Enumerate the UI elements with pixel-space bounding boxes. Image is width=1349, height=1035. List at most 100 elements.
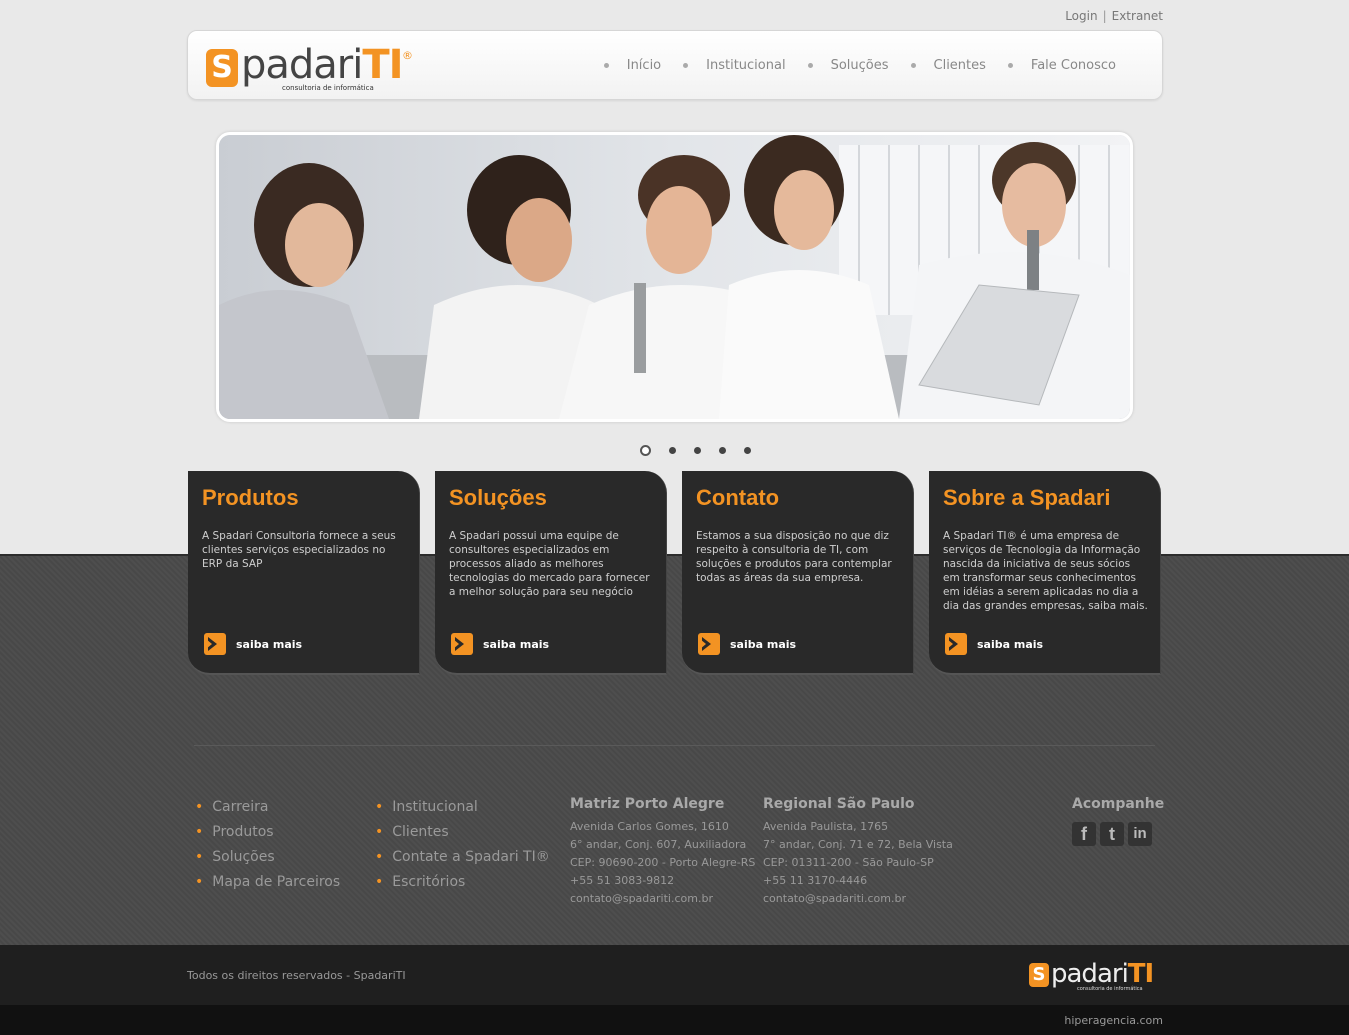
nav-label: Institucional: [706, 58, 786, 73]
nav-bullet-icon: [1007, 63, 1013, 68]
card-title: Soluções: [449, 485, 547, 510]
footer-link-contate[interactable]: Contate a Spadari TI®: [375, 845, 549, 870]
footer-link-clientes[interactable]: Clientes: [375, 820, 550, 845]
social-icons: f t in: [1072, 822, 1164, 846]
logo-ti: TI: [362, 42, 403, 88]
arrow-right-icon: [698, 633, 720, 655]
agency-credit[interactable]: hiperagencia.com: [1064, 1014, 1163, 1027]
footer-link-produtos[interactable]: Produtos: [195, 820, 340, 845]
twitter-icon[interactable]: t: [1100, 822, 1124, 846]
logo-s-mark: S: [206, 49, 238, 87]
saiba-mais-label: saiba mais: [236, 637, 303, 651]
card-contato: Contato Estamos a sua disposição no que …: [682, 471, 914, 675]
nav-label: Clientes: [933, 58, 986, 73]
slider-dot-1[interactable]: [640, 445, 651, 456]
logo-wordmark: padariTI: [241, 42, 404, 88]
saiba-mais-label: saiba mais: [977, 637, 1044, 651]
card-produtos: Produtos A Spadari Consultoria fornece a…: [188, 471, 420, 675]
footer-divider: [194, 745, 1155, 746]
card-solucoes: Soluções A Spadari possui uma equipe de …: [435, 471, 667, 675]
credit-bar: hiperagencia.com: [0, 1005, 1349, 1035]
footer-logo-s-mark: S: [1029, 963, 1049, 987]
office-line: Avenida Paulista, 1765: [763, 820, 889, 833]
card-sobre: Sobre a Spadari A Spadari TI® é uma empr…: [929, 471, 1161, 675]
office-line: CEP: 90690-200 - Porto Alegre-RS: [570, 856, 756, 869]
nav-item-fale-conosco[interactable]: Fale Conosco: [1007, 58, 1116, 73]
hero-slider[interactable]: [216, 132, 1133, 422]
saiba-mais-button[interactable]: saiba mais: [945, 633, 1043, 655]
arrow-right-icon: [451, 633, 473, 655]
utility-links: Login | Extranet: [1065, 9, 1163, 23]
nav-item-inicio[interactable]: Início: [603, 58, 662, 73]
utility-separator: |: [1102, 9, 1107, 23]
footer-link-mapa[interactable]: Mapa de Parceiros: [195, 870, 340, 895]
social-follow: Acompanhe f t in: [1072, 796, 1164, 846]
extranet-link[interactable]: Extranet: [1112, 9, 1163, 23]
saiba-mais-label: saiba mais: [730, 637, 797, 651]
nav-label: Início: [626, 58, 662, 73]
footer-logo-word: padari: [1051, 959, 1129, 989]
office-line: Avenida Carlos Gomes, 1610: [570, 820, 729, 833]
office-phone: +55 11 3170-4446: [763, 874, 868, 887]
office-phone: +55 51 3083-9812: [570, 874, 675, 887]
saiba-mais-button[interactable]: saiba mais: [451, 633, 549, 655]
card-text: A Spadari possui uma equipe de consultor…: [449, 530, 650, 598]
nav-bullet-icon: [603, 63, 609, 68]
footer-logo-tagline: consultoria de informática: [1077, 986, 1143, 992]
footer-link-institucional[interactable]: Institucional: [375, 795, 550, 820]
card-title: Contato: [696, 485, 780, 510]
office-email[interactable]: contato@spadariti.com.br: [570, 890, 755, 908]
footer-links-2: Institucional Clientes Contate a Spadari…: [375, 795, 550, 895]
slider-dot-2[interactable]: [669, 447, 676, 454]
logo-tagline: consultoria de informática: [282, 84, 374, 92]
office-title: Matriz Porto Alegre: [570, 796, 725, 812]
footer-link-solucoes[interactable]: Soluções: [195, 845, 340, 870]
footer-logo[interactable]: S padariTI consultoria de informática: [1029, 959, 1169, 993]
saiba-mais-button[interactable]: saiba mais: [204, 633, 302, 655]
nav-item-solucoes[interactable]: Soluções: [807, 58, 889, 73]
office-line: 6° andar, Conj. 607, Auxiliadora: [570, 838, 747, 851]
footer-link-carreira[interactable]: Carreira: [195, 795, 340, 820]
office-porto-alegre: Matriz Porto Alegre Avenida Carlos Gomes…: [570, 796, 755, 908]
arrow-right-icon: [204, 633, 226, 655]
saiba-mais-label: saiba mais: [483, 637, 550, 651]
header-bar: S padariTI ® consultoria de informática …: [187, 30, 1163, 100]
logo-word: padari: [241, 42, 363, 88]
linkedin-icon[interactable]: in: [1128, 822, 1152, 846]
nav-bullet-icon: [807, 63, 813, 68]
hero-image: [219, 135, 1130, 419]
slider-pagination: [640, 445, 769, 456]
logo[interactable]: S padariTI ® consultoria de informática: [206, 43, 436, 93]
card-text: A Spadari Consultoria fornece a seus cli…: [202, 530, 396, 570]
nav-item-institucional[interactable]: Institucional: [683, 58, 786, 73]
follow-title: Acompanhe: [1072, 796, 1165, 812]
nav-label: Fale Conosco: [1030, 58, 1116, 73]
footer-bar: Todos os direitos reservados - SpadariTI…: [0, 945, 1349, 1005]
office-line: 7° andar, Conj. 71 e 72, Bela Vista: [763, 838, 953, 851]
arrow-right-icon: [945, 633, 967, 655]
saiba-mais-button[interactable]: saiba mais: [698, 633, 796, 655]
nav-bullet-icon: [683, 63, 689, 68]
logo-registered: ®: [402, 49, 413, 62]
facebook-icon[interactable]: f: [1072, 822, 1096, 846]
login-link[interactable]: Login: [1065, 9, 1097, 23]
card-title: Sobre a Spadari: [943, 485, 1111, 510]
slider-dot-4[interactable]: [719, 447, 726, 454]
nav-item-clientes[interactable]: Clientes: [910, 58, 986, 73]
footer-links-1: Carreira Produtos Soluções Mapa de Parce…: [195, 795, 340, 895]
card-text: A Spadari TI® é uma empresa de serviços …: [943, 530, 1148, 612]
office-title: Regional São Paulo: [763, 796, 915, 812]
office-line: CEP: 01311-200 - São Paulo-SP: [763, 856, 934, 869]
footer-link-escritorios[interactable]: Escritórios: [375, 870, 550, 895]
nav-bullet-icon: [910, 63, 916, 68]
office-email[interactable]: contato@spadariti.com.br: [763, 890, 953, 908]
footer-logo-wordmark: padariTI: [1051, 959, 1154, 989]
card-text: Estamos a sua disposição no que diz resp…: [696, 530, 892, 584]
slider-dot-3[interactable]: [694, 447, 701, 454]
slider-dot-5[interactable]: [744, 447, 751, 454]
main-nav: Início Institucional Soluções Clientes F…: [582, 58, 1116, 73]
footer-logo-ti: TI: [1127, 959, 1154, 989]
office-sao-paulo: Regional São Paulo Avenida Paulista, 176…: [763, 796, 953, 908]
nav-label: Soluções: [830, 58, 889, 73]
copyright: Todos os direitos reservados - SpadariTI: [187, 969, 406, 982]
